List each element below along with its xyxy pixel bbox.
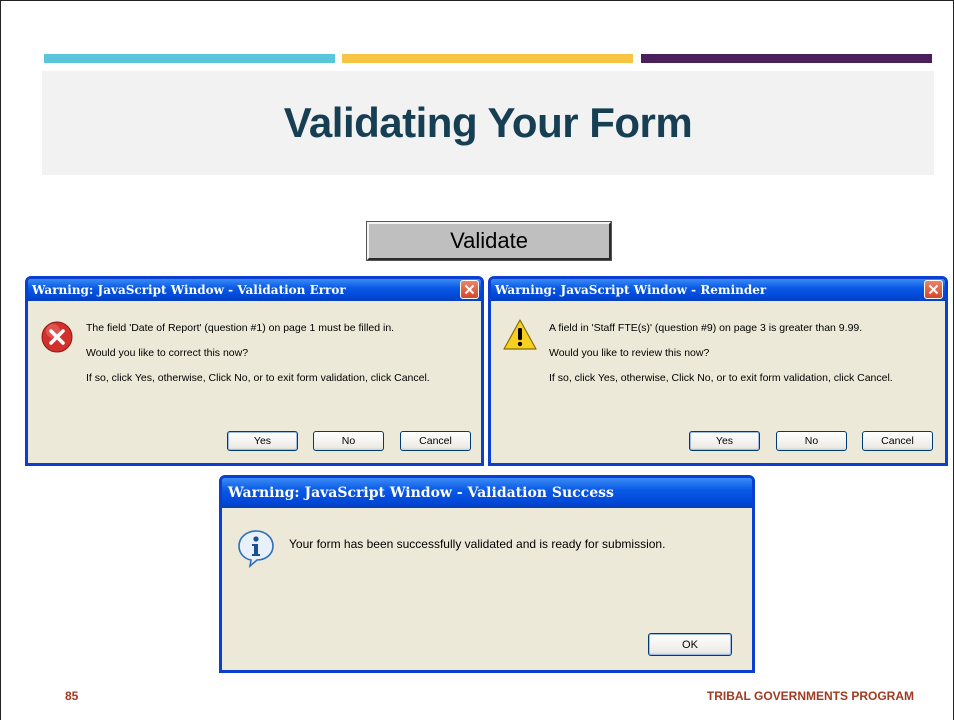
message-line-2: Would you like to correct this now? [86, 347, 249, 359]
dialog-titlebar: Warning: JavaScript Window - Validation … [222, 478, 752, 508]
dialog-titlebar: Warning: JavaScript Window - Validation … [28, 279, 481, 301]
validate-button[interactable]: Validate [366, 221, 612, 261]
message-line-1: A field in 'Staff FTE(s)' (question #9) … [549, 322, 863, 334]
dialog-title: Warning: JavaScript Window - Validation … [32, 283, 346, 297]
yes-button[interactable]: Yes [227, 431, 298, 451]
validation-error-dialog: Warning: JavaScript Window - Validation … [25, 276, 484, 466]
accent-bar-purple [641, 54, 932, 63]
title-box: Validating Your Form [42, 71, 934, 175]
yes-button-label: Yes [715, 435, 734, 447]
page-number: 85 [65, 689, 79, 703]
no-button-label: No [804, 435, 819, 447]
ok-button[interactable]: OK [648, 633, 732, 656]
success-message: Your form has been successfully validate… [289, 537, 666, 551]
yes-button[interactable]: Yes [689, 431, 760, 451]
message-line-1: The field 'Date of Report' (question #1)… [86, 322, 395, 334]
ok-button-label: OK [682, 638, 698, 651]
message-line-3: If so, click Yes, otherwise, Click No, o… [86, 372, 430, 384]
message-line-2: Would you like to review this now? [549, 347, 710, 359]
close-icon[interactable] [460, 280, 479, 299]
dialog-titlebar: Warning: JavaScript Window - Reminder [491, 279, 945, 301]
validate-button-label: Validate [450, 228, 528, 253]
yes-button-label: Yes [253, 435, 272, 447]
info-icon [236, 528, 276, 573]
cancel-button[interactable]: Cancel [400, 431, 471, 451]
cancel-button[interactable]: Cancel [862, 431, 933, 451]
slide-title: Validating Your Form [283, 99, 693, 146]
accent-bar-cyan [44, 54, 335, 63]
warning-icon [502, 318, 538, 357]
footer-program: TRIBAL GOVERNMENTS PROGRAM [706, 689, 914, 703]
validation-success-dialog: Warning: JavaScript Window - Validation … [219, 475, 755, 673]
accent-bar-yellow [342, 54, 633, 63]
dialog-title: Warning: JavaScript Window - Validation … [228, 485, 614, 501]
no-button-label: No [341, 435, 356, 447]
cancel-button-label: Cancel [881, 435, 914, 447]
cancel-button-label: Cancel [419, 435, 452, 447]
reminder-dialog: Warning: JavaScript Window - Reminder A … [488, 276, 948, 466]
no-button[interactable]: No [776, 431, 847, 451]
error-icon [40, 320, 74, 359]
dialog-title: Warning: JavaScript Window - Reminder [495, 283, 767, 297]
message-line-3: If so, click Yes, otherwise, Click No, o… [549, 372, 893, 384]
slide: Validating Your Form Validate Warning: J… [0, 0, 954, 720]
close-icon[interactable] [924, 280, 943, 299]
no-button[interactable]: No [313, 431, 384, 451]
